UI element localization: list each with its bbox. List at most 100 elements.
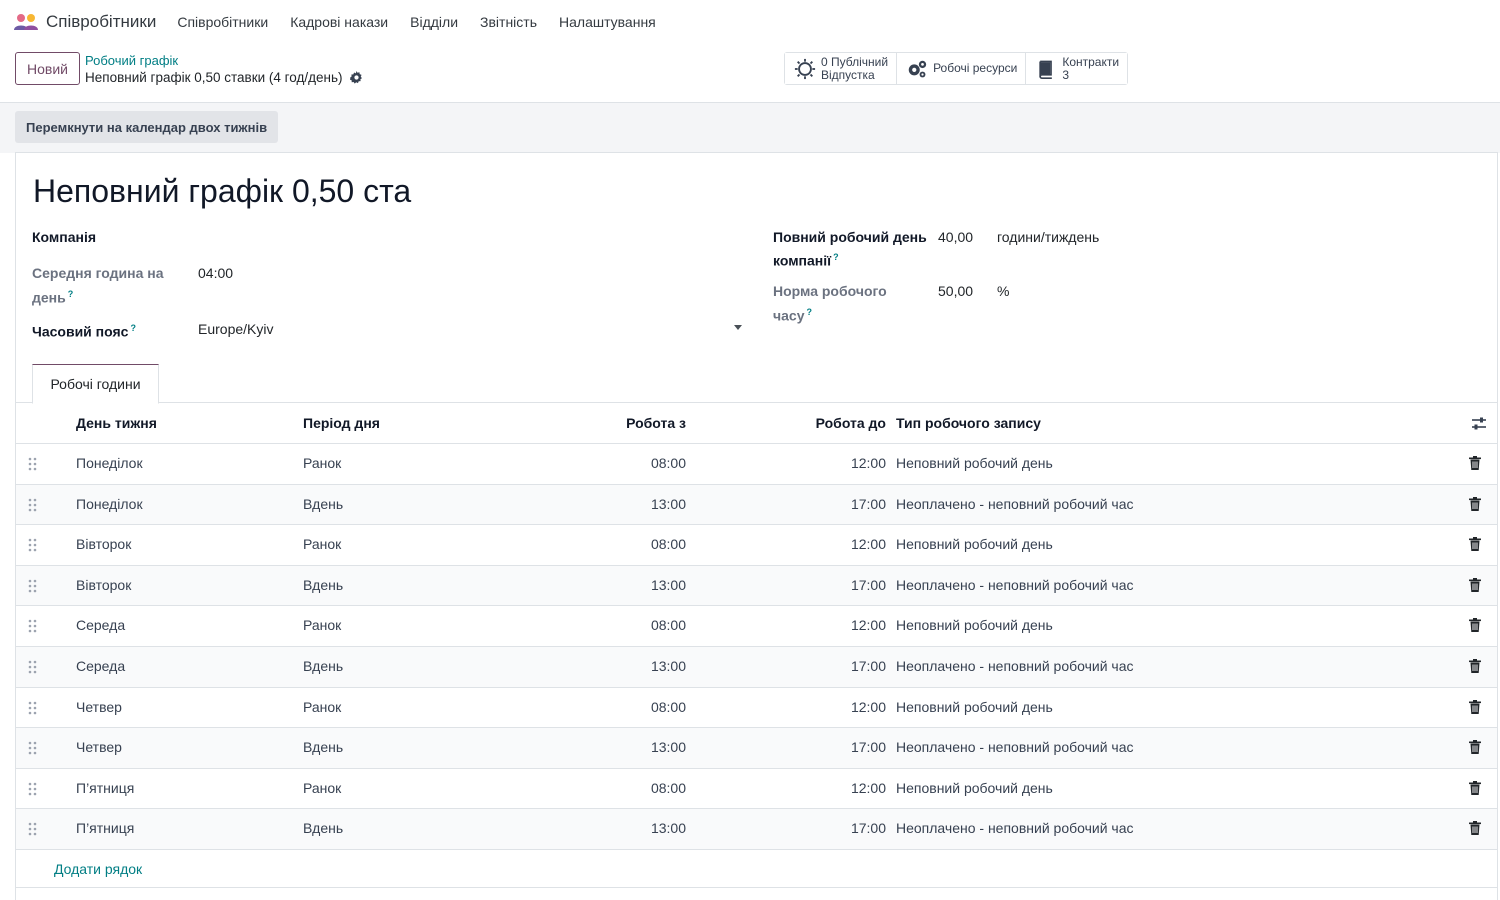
cell-day[interactable]: Вівторок	[76, 536, 131, 552]
cell-period[interactable]: Ранок	[303, 780, 341, 796]
cell-from[interactable]: 13:00	[586, 577, 686, 593]
help-tooltip-icon[interactable]: ?	[68, 289, 74, 299]
table-row[interactable]: Вівторок Ранок 08:00 12:00 Неповний робочий …	[16, 525, 1497, 566]
cell-period[interactable]: Ранок	[303, 455, 341, 471]
trash-icon[interactable]	[1469, 618, 1481, 633]
table-row[interactable]: Вівторок Вдень 13:00 17:00 Неоплачено - непо…	[16, 565, 1497, 607]
help-tooltip-icon[interactable]: ?	[807, 307, 813, 317]
cell-period[interactable]: Вдень	[303, 577, 343, 593]
cell-to[interactable]: 17:00	[786, 820, 886, 836]
cell-from[interactable]: 08:00	[586, 455, 686, 471]
nav-item-4[interactable]: Налаштування	[548, 14, 667, 30]
cell-from[interactable]: 13:00	[586, 820, 686, 836]
help-tooltip-icon[interactable]: ?	[833, 252, 839, 262]
cell-period[interactable]: Ранок	[303, 699, 341, 715]
table-row[interactable]: Четвер Ранок 08:00 12:00 Неповний робочий де…	[16, 688, 1497, 729]
cell-day[interactable]: П’ятниця	[76, 820, 134, 836]
new-button[interactable]: Новий	[15, 52, 80, 85]
optional-columns-icon[interactable]	[1471, 416, 1487, 432]
cell-period[interactable]: Ранок	[303, 536, 341, 552]
trash-icon[interactable]	[1469, 577, 1481, 592]
nav-item-1[interactable]: Кадрові накази	[279, 14, 399, 30]
table-row[interactable]: Середа Ранок 08:00 12:00 Неповний робочий де…	[16, 606, 1497, 647]
cell-to[interactable]: 12:00	[786, 699, 886, 715]
cell-from[interactable]: 13:00	[586, 739, 686, 755]
table-row[interactable]: Понеділок Вдень 13:00 17:00 Неоплачено - неп…	[16, 484, 1497, 526]
cell-to[interactable]: 17:00	[786, 739, 886, 755]
drag-handle-icon[interactable]	[28, 782, 38, 796]
cell-type[interactable]: Неповний робочий день	[896, 699, 1053, 715]
cell-day[interactable]: Понеділок	[76, 455, 143, 471]
cell-day[interactable]: Понеділок	[76, 496, 143, 512]
breadcrumb-parent-link[interactable]: Робочий графік	[85, 53, 178, 68]
avg-hours-value[interactable]: 04:00	[198, 265, 233, 281]
cell-type[interactable]: Неоплачено - неповний робочий час	[896, 496, 1134, 512]
cell-type[interactable]: Неповний робочий день	[896, 455, 1053, 471]
cell-to[interactable]: 12:00	[786, 455, 886, 471]
drag-handle-icon[interactable]	[28, 701, 38, 715]
trash-icon[interactable]	[1469, 537, 1481, 552]
cell-from[interactable]: 08:00	[586, 536, 686, 552]
column-header-type[interactable]: Тип робочого запису	[896, 415, 1041, 431]
cell-to[interactable]: 17:00	[786, 577, 886, 593]
cell-day[interactable]: Вівторок	[76, 577, 131, 593]
cell-type[interactable]: Неоплачено - неповний робочий час	[896, 658, 1134, 674]
drag-handle-icon[interactable]	[28, 457, 38, 471]
work-resources-button[interactable]: Робочі ресурси	[897, 53, 1027, 84]
timezone-select[interactable]: Europe/Kyiv	[198, 321, 273, 337]
caret-down-icon[interactable]	[734, 325, 742, 330]
trash-icon[interactable]	[1469, 456, 1481, 470]
add-line-link[interactable]: Додати рядок	[54, 861, 142, 877]
nav-item-2[interactable]: Відділи	[399, 14, 469, 30]
column-header-day[interactable]: День тижня	[76, 415, 157, 431]
cell-from[interactable]: 13:00	[586, 658, 686, 674]
tab-working-hours[interactable]: Робочі години	[32, 364, 159, 404]
full-day-value[interactable]: 40,00	[938, 229, 973, 245]
cell-to[interactable]: 17:00	[786, 658, 886, 674]
cell-to[interactable]: 12:00	[786, 536, 886, 552]
gear-icon[interactable]	[349, 71, 363, 84]
table-row[interactable]: Четвер Вдень 13:00 17:00 Неоплачено - неповн…	[16, 728, 1497, 769]
cell-day[interactable]: П’ятниця	[76, 780, 134, 796]
contracts-button[interactable]: Контракти 3	[1026, 53, 1128, 84]
cell-period[interactable]: Вдень	[303, 658, 343, 674]
cell-type[interactable]: Неоплачено - неповний робочий час	[896, 820, 1134, 836]
app-logo[interactable]: Співробітники	[12, 11, 156, 33]
drag-handle-icon[interactable]	[28, 579, 38, 593]
cell-type[interactable]: Неповний робочий день	[896, 617, 1053, 633]
cell-type[interactable]: Неоплачено - неповний робочий час	[896, 739, 1134, 755]
trash-icon[interactable]	[1469, 780, 1481, 795]
drag-handle-icon[interactable]	[28, 741, 38, 755]
table-row[interactable]: П’ятниця Вдень 13:00 17:00 Неоплачено - непо…	[16, 809, 1497, 850]
cell-from[interactable]: 08:00	[586, 617, 686, 633]
trash-icon[interactable]	[1469, 699, 1481, 714]
cell-day[interactable]: Четвер	[76, 739, 122, 755]
cell-day[interactable]: Середа	[76, 658, 125, 674]
cell-type[interactable]: Неповний робочий день	[896, 780, 1053, 796]
cell-from[interactable]: 08:00	[586, 699, 686, 715]
cell-period[interactable]: Ранок	[303, 617, 341, 633]
drag-handle-icon[interactable]	[28, 498, 38, 512]
trash-icon[interactable]	[1469, 821, 1481, 836]
nav-item-3[interactable]: Звітність	[469, 14, 548, 30]
cell-type[interactable]: Неоплачено - неповний робочий час	[896, 577, 1134, 593]
table-row[interactable]: П’ятниця Ранок 08:00 12:00 Неповний робочий …	[16, 769, 1497, 810]
cell-period[interactable]: Вдень	[303, 496, 343, 512]
cell-period[interactable]: Вдень	[303, 739, 343, 755]
drag-handle-icon[interactable]	[28, 538, 38, 552]
cell-day[interactable]: Четвер	[76, 699, 122, 715]
cell-type[interactable]: Неповний робочий день	[896, 536, 1053, 552]
nav-item-0[interactable]: Співробітники	[166, 14, 279, 30]
help-tooltip-icon[interactable]: ?	[130, 323, 136, 333]
column-header-to[interactable]: Робота до	[786, 415, 886, 431]
trash-icon[interactable]	[1469, 496, 1481, 511]
cell-period[interactable]: Вдень	[303, 820, 343, 836]
drag-handle-icon[interactable]	[28, 619, 38, 633]
table-row[interactable]: Середа Вдень 13:00 17:00 Неоплачено - неповн…	[16, 646, 1497, 688]
cell-to[interactable]: 12:00	[786, 780, 886, 796]
cell-day[interactable]: Середа	[76, 617, 125, 633]
trash-icon[interactable]	[1469, 740, 1481, 755]
cell-to[interactable]: 12:00	[786, 617, 886, 633]
switch-two-week-calendar-button[interactable]: Перемкнути на календар двох тижнів	[15, 111, 279, 143]
column-header-from[interactable]: Робота з	[586, 415, 686, 431]
